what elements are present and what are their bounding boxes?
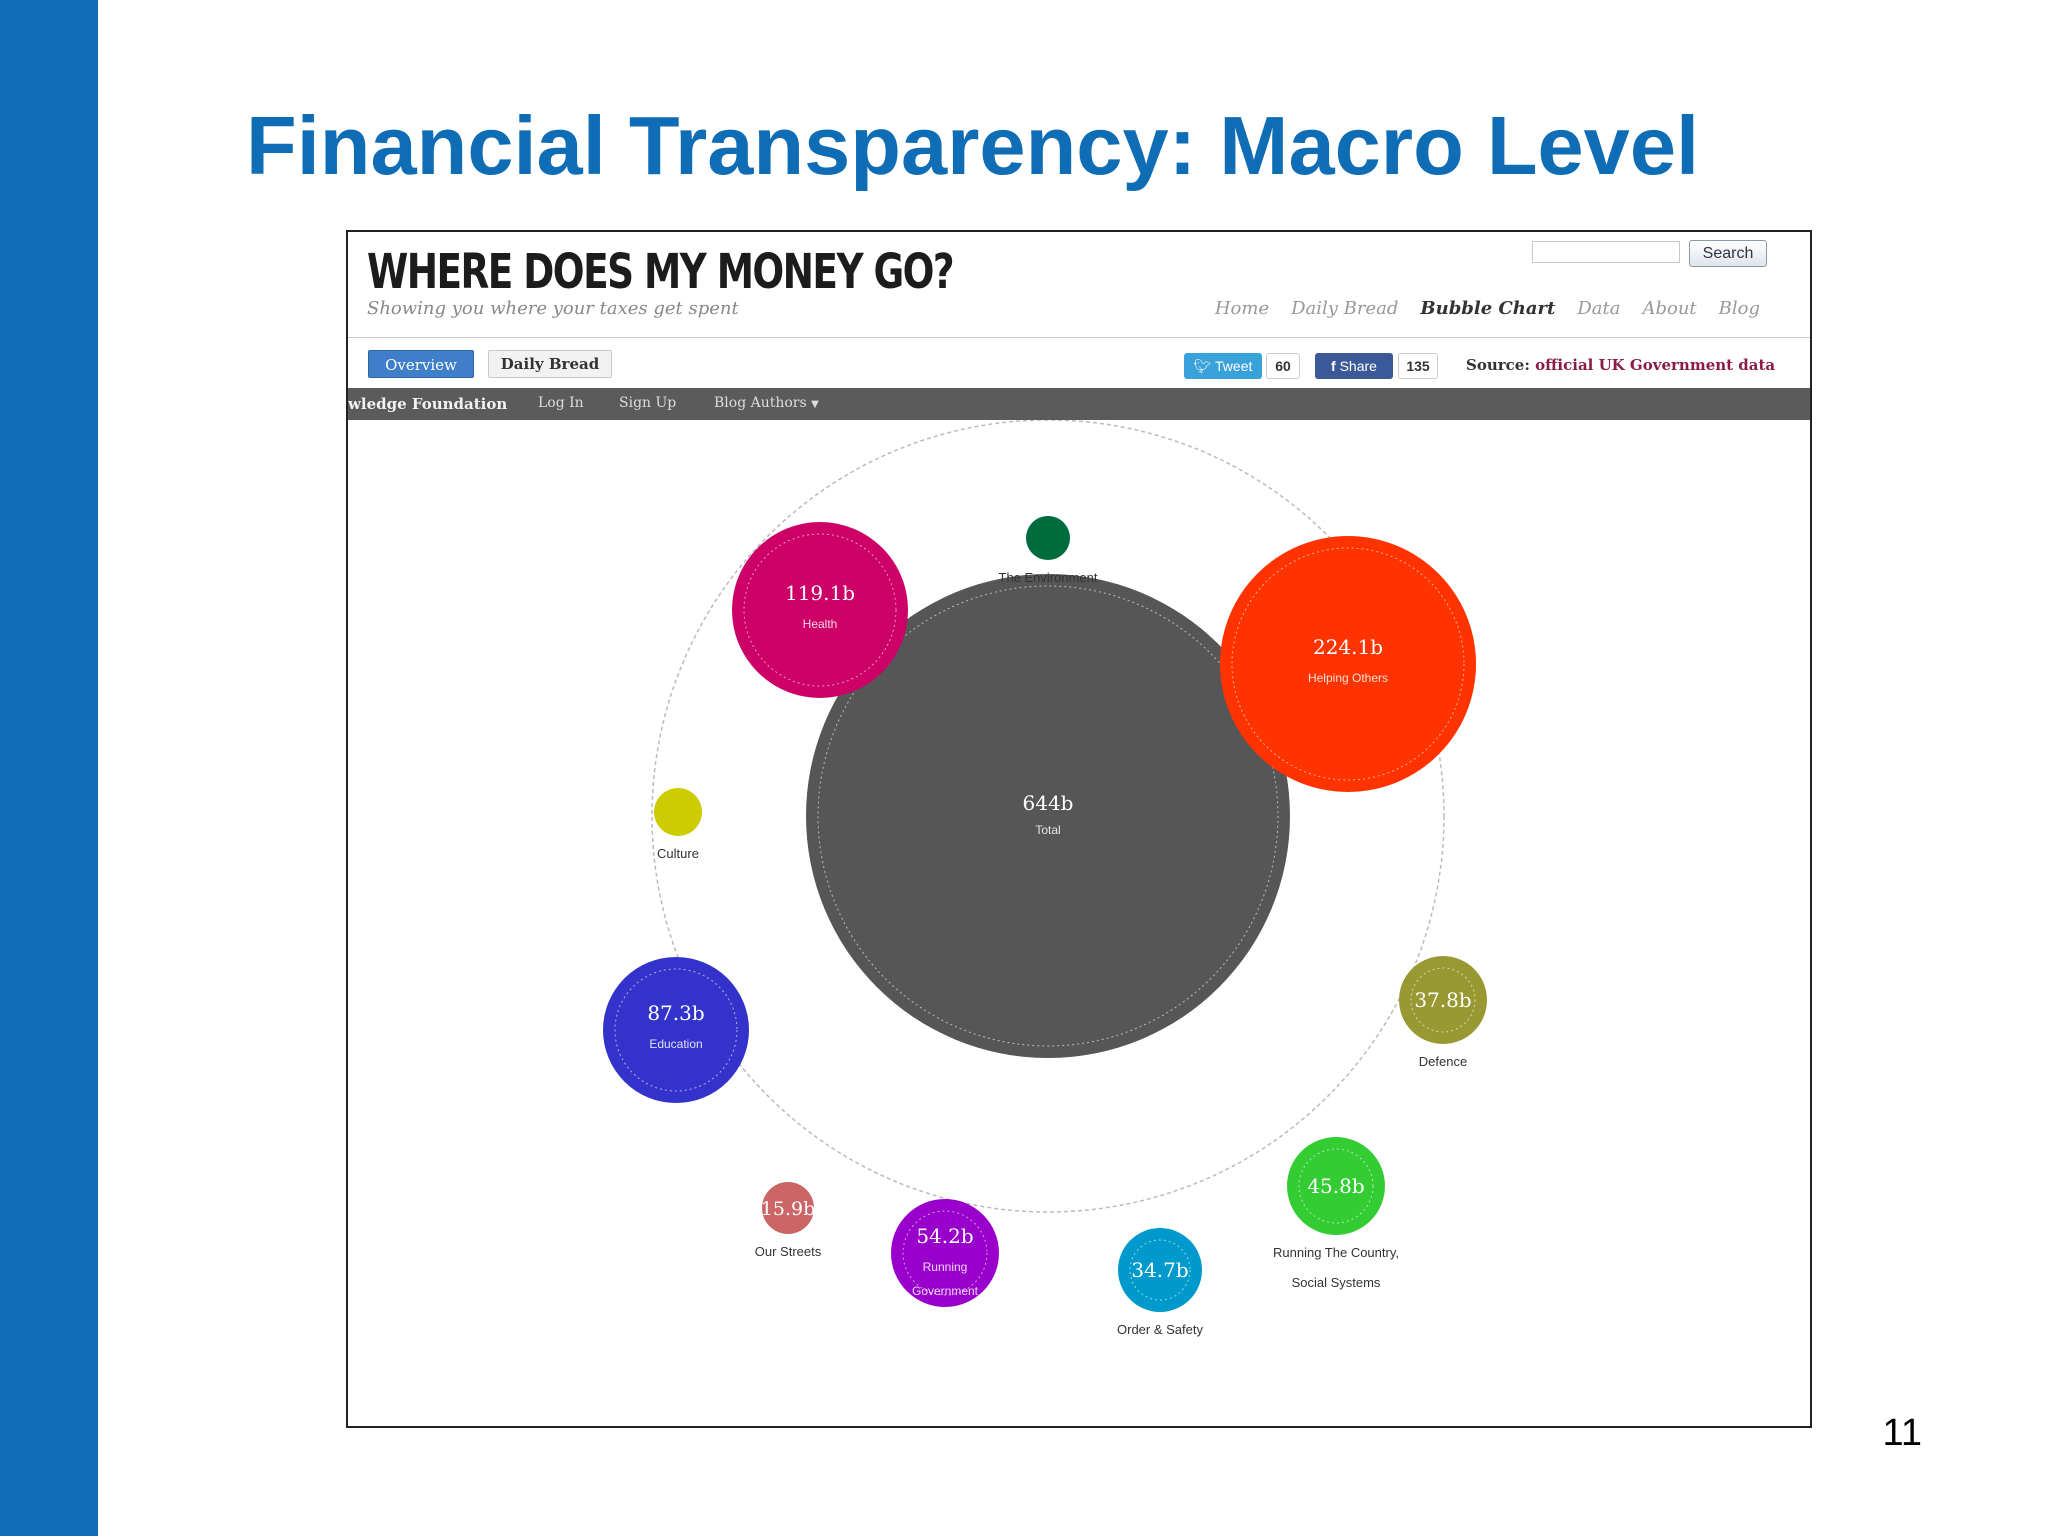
login-link[interactable]: Log In (538, 395, 584, 411)
site-header: WHERE DOES MY MONEY GO? Showing you wher… (348, 232, 1810, 338)
bubble-label-defence: Defence (1419, 1054, 1467, 1069)
nav-data[interactable]: Data (1577, 298, 1620, 319)
source-prefix: Source: (1466, 356, 1530, 374)
account-bar: wledge Foundation Log In Sign Up Blog Au… (348, 388, 1810, 420)
caret-down-icon: ▼ (811, 399, 819, 410)
bubble-culture[interactable] (654, 788, 702, 836)
facebook-icon: f (1331, 358, 1336, 374)
share-button[interactable]: f Share (1315, 353, 1393, 379)
tweet-count: 60 (1266, 353, 1300, 379)
bubble-label-order-safety: Order & Safety (1117, 1322, 1203, 1337)
nav-daily-bread[interactable]: Daily Bread (1291, 298, 1398, 319)
bubble-label-running-the-country-social-systems-1: Social Systems (1292, 1275, 1381, 1290)
signup-link[interactable]: Sign Up (619, 395, 676, 411)
bubble-value-running-government: 54.2b (916, 1224, 973, 1248)
website-screenshot: WHERE DOES MY MONEY GO? Showing you wher… (346, 230, 1812, 1428)
bubble-label-education: Education (649, 1037, 702, 1051)
slide-title: Financial Transparency: Macro Level (246, 99, 1700, 192)
bubble-label-total: Total (1035, 823, 1060, 837)
bubble-education[interactable] (603, 957, 749, 1103)
bubble-value-defence: 37.8b (1414, 988, 1471, 1012)
bubble-value-running-the-country-social-systems: 45.8b (1307, 1174, 1364, 1198)
source-link[interactable]: official UK Government data (1535, 356, 1775, 374)
bubble-value-our-streets: 15.9b (761, 1198, 815, 1220)
bubble-value-total: 644b (1023, 791, 1074, 815)
page-number: 11 (1882, 1412, 1922, 1454)
site-title[interactable]: WHERE DOES MY MONEY GO? (367, 244, 955, 300)
bubble-helping-others[interactable] (1220, 536, 1476, 792)
nav-bubble-chart[interactable]: Bubble Chart (1420, 298, 1555, 319)
bubble-value-helping-others: 224.1b (1313, 635, 1383, 659)
blog-authors-menu[interactable]: Blog Authors ▼ (714, 395, 819, 411)
nav-about[interactable]: About (1642, 298, 1696, 319)
bubble-label-running-government: Running (923, 1260, 968, 1274)
share-label: Share (1339, 358, 1377, 374)
bubble-value-health: 119.1b (785, 581, 855, 605)
bubble-label-running-government-1: Government (912, 1284, 979, 1298)
source-credit: Source: official UK Government data (1466, 356, 1775, 374)
search-input[interactable] (1532, 241, 1680, 263)
site-tagline: Showing you where your taxes get spent (367, 298, 739, 319)
tweet-button[interactable]: 🐦︎ Tweet (1184, 353, 1262, 379)
bubble-value-education: 87.3b (647, 1001, 704, 1025)
bubble-health[interactable] (732, 522, 908, 698)
bubble-label-health: Health (803, 617, 838, 631)
bubble-label-running-the-country-social-systems: Running The Country, (1273, 1245, 1399, 1260)
bubble-chart: 644b Total The Environment 224.1b Helping Ot… (603, 420, 1487, 1337)
search-button[interactable]: Search (1689, 240, 1767, 267)
overview-button[interactable]: Overview (368, 350, 474, 378)
bubble-value-order-safety: 34.7b (1131, 1258, 1188, 1282)
main-nav: Home Daily Bread Bubble Chart Data About… (1215, 298, 1760, 319)
bubble-the-environment[interactable] (1026, 516, 1070, 560)
bubble-label-culture: Culture (657, 846, 699, 861)
bubble-label-the-environment: The Environment (999, 570, 1098, 585)
blog-authors-label: Blog Authors (714, 395, 807, 411)
share-count: 135 (1398, 353, 1438, 379)
slide-side-bar (0, 0, 98, 1536)
tweet-label: Tweet (1215, 358, 1253, 374)
nav-home[interactable]: Home (1215, 298, 1269, 319)
daily-bread-button[interactable]: Daily Bread (488, 350, 612, 378)
org-link[interactable]: wledge Foundation (348, 395, 507, 413)
nav-blog[interactable]: Blog (1719, 298, 1760, 319)
bubble-label-our-streets: Our Streets (755, 1244, 822, 1259)
twitter-bird-icon: 🐦︎ (1193, 358, 1212, 374)
bubble-label-helping-others: Helping Others (1308, 671, 1388, 685)
